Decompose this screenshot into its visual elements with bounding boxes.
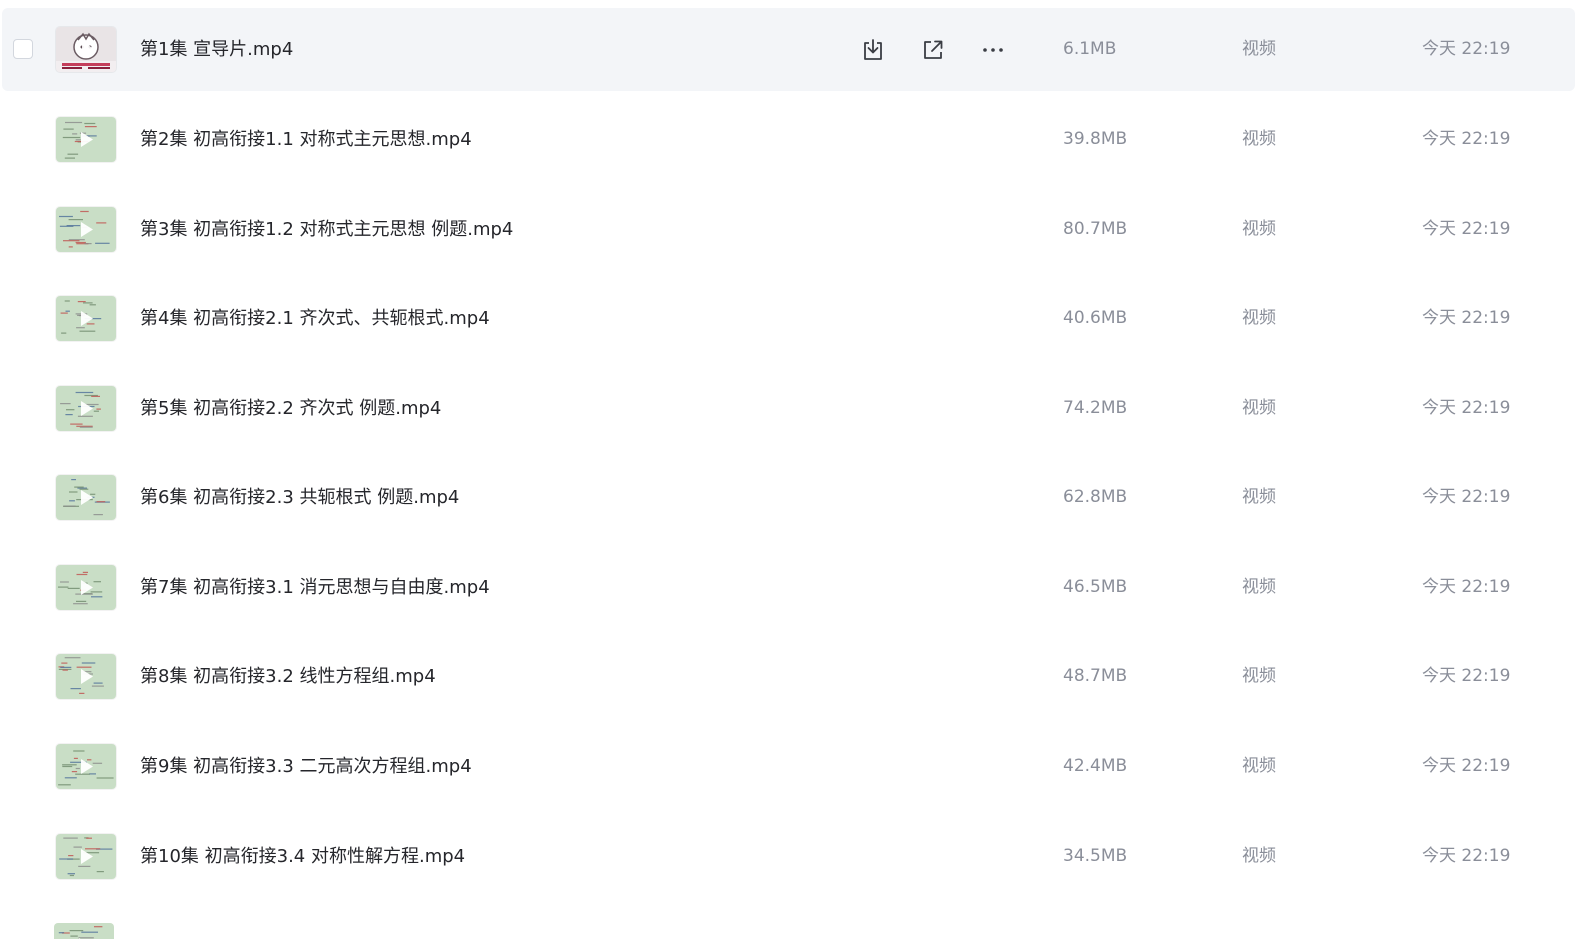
- file-name[interactable]: 第1集 宣导片.mp4: [140, 8, 293, 91]
- video-thumbnail-image: [56, 744, 116, 789]
- more-icon[interactable]: [977, 34, 1009, 66]
- file-modified-time: 今天 22:19: [1422, 129, 1511, 149]
- file-name[interactable]: 第8集 初高衔接3.2 线性方程组.mp4: [140, 635, 436, 718]
- video-thumbnail[interactable]: [56, 27, 116, 72]
- share-icon[interactable]: [917, 34, 949, 66]
- file-size: 34.5MB: [1063, 846, 1128, 866]
- download-icon[interactable]: [857, 34, 889, 66]
- video-thumbnail-image: [56, 834, 116, 879]
- video-thumbnail[interactable]: [56, 296, 116, 341]
- file-type: 视频: [1242, 666, 1276, 686]
- video-thumbnail[interactable]: [56, 117, 116, 162]
- video-thumbnail-image: [56, 565, 116, 610]
- file-name[interactable]: 第10集 初高衔接3.4 对称性解方程.mp4: [140, 815, 465, 898]
- file-row[interactable]: 第4集 初高衔接2.1 齐次式、共轭根式.mp4 40.6MB 视频 今天 22…: [2, 277, 1575, 360]
- file-name[interactable]: 第4集 初高衔接2.1 齐次式、共轭根式.mp4: [140, 277, 490, 360]
- video-thumbnail-image: [54, 923, 114, 939]
- file-modified-time: 今天 22:19: [1422, 219, 1511, 239]
- file-name[interactable]: 第2集 初高衔接1.1 对称式主元思想.mp4: [140, 98, 472, 181]
- file-size: 6.1MB: [1063, 39, 1117, 59]
- file-row[interactable]: 第8集 初高衔接3.2 线性方程组.mp4 48.7MB 视频 今天 22:19: [2, 635, 1575, 718]
- file-row[interactable]: 第3集 初高衔接1.2 对称式主元思想 例题.mp4 80.7MB 视频 今天 …: [2, 188, 1575, 271]
- file-type: 视频: [1242, 219, 1276, 239]
- video-thumbnail[interactable]: [56, 565, 116, 610]
- file-list: 第1集 宣导片.mp4 6.1MB 视频 今天 22:19 第2集 初高衔接1.…: [0, 0, 1575, 939]
- video-thumbnail-image: [56, 27, 116, 72]
- file-row[interactable]: 第6集 初高衔接2.3 共轭根式 例题.mp4 62.8MB 视频 今天 22:…: [2, 456, 1575, 539]
- file-name[interactable]: 第6集 初高衔接2.3 共轭根式 例题.mp4: [140, 456, 459, 539]
- file-type: 视频: [1242, 487, 1276, 507]
- video-thumbnail[interactable]: [56, 207, 116, 252]
- file-row[interactable]: 第2集 初高衔接1.1 对称式主元思想.mp4 39.8MB 视频 今天 22:…: [2, 98, 1575, 181]
- file-row[interactable]: 第1集 宣导片.mp4 6.1MB 视频 今天 22:19: [2, 8, 1575, 91]
- file-modified-time: 今天 22:19: [1422, 487, 1511, 507]
- video-thumbnail-image: [56, 386, 116, 431]
- file-size: 42.4MB: [1063, 756, 1128, 776]
- file-modified-time: 今天 22:19: [1422, 398, 1511, 418]
- file-size: 62.8MB: [1063, 487, 1128, 507]
- file-modified-time: 今天 22:19: [1422, 756, 1511, 776]
- video-thumbnail-image: [56, 117, 116, 162]
- file-row[interactable]: 第5集 初高衔接2.2 齐次式 例题.mp4 74.2MB 视频 今天 22:1…: [2, 367, 1575, 450]
- file-modified-time: 今天 22:19: [1422, 308, 1511, 328]
- file-type: 视频: [1242, 846, 1276, 866]
- file-size: 74.2MB: [1063, 398, 1128, 418]
- file-row[interactable]: 第7集 初高衔接3.1 消元思想与自由度.mp4 46.5MB 视频 今天 22…: [2, 546, 1575, 629]
- video-thumbnail[interactable]: [56, 654, 116, 699]
- file-type: 视频: [1242, 756, 1276, 776]
- video-thumbnail-image: [56, 296, 116, 341]
- file-size: 80.7MB: [1063, 219, 1128, 239]
- file-row[interactable]: 第10集 初高衔接3.4 对称性解方程.mp4 34.5MB 视频 今天 22:…: [2, 815, 1575, 898]
- file-modified-time: 今天 22:19: [1422, 39, 1511, 59]
- file-modified-time: 今天 22:19: [1422, 577, 1511, 597]
- file-modified-time: 今天 22:19: [1422, 666, 1511, 686]
- file-type: 视频: [1242, 129, 1276, 149]
- file-name[interactable]: 第7集 初高衔接3.1 消元思想与自由度.mp4: [140, 546, 490, 629]
- file-size: 40.6MB: [1063, 308, 1128, 328]
- file-name[interactable]: 第3集 初高衔接1.2 对称式主元思想 例题.mp4: [140, 188, 513, 271]
- file-type: 视频: [1242, 577, 1276, 597]
- video-thumbnail-partial[interactable]: [54, 923, 114, 939]
- row-checkbox[interactable]: [13, 39, 33, 59]
- file-type: 视频: [1242, 308, 1276, 328]
- video-thumbnail[interactable]: [56, 834, 116, 879]
- file-type: 视频: [1242, 39, 1276, 59]
- file-name[interactable]: 第9集 初高衔接3.3 二元高次方程组.mp4: [140, 725, 472, 808]
- video-thumbnail-image: [56, 475, 116, 520]
- file-type: 视频: [1242, 398, 1276, 418]
- file-modified-time: 今天 22:19: [1422, 846, 1511, 866]
- video-thumbnail-image: [56, 654, 116, 699]
- file-name[interactable]: 第5集 初高衔接2.2 齐次式 例题.mp4: [140, 367, 441, 450]
- file-size: 46.5MB: [1063, 577, 1128, 597]
- file-size: 48.7MB: [1063, 666, 1128, 686]
- video-thumbnail[interactable]: [56, 744, 116, 789]
- video-thumbnail[interactable]: [56, 475, 116, 520]
- file-row[interactable]: 第9集 初高衔接3.3 二元高次方程组.mp4 42.4MB 视频 今天 22:…: [2, 725, 1575, 808]
- video-thumbnail-image: [56, 207, 116, 252]
- video-thumbnail[interactable]: [56, 386, 116, 431]
- file-size: 39.8MB: [1063, 129, 1128, 149]
